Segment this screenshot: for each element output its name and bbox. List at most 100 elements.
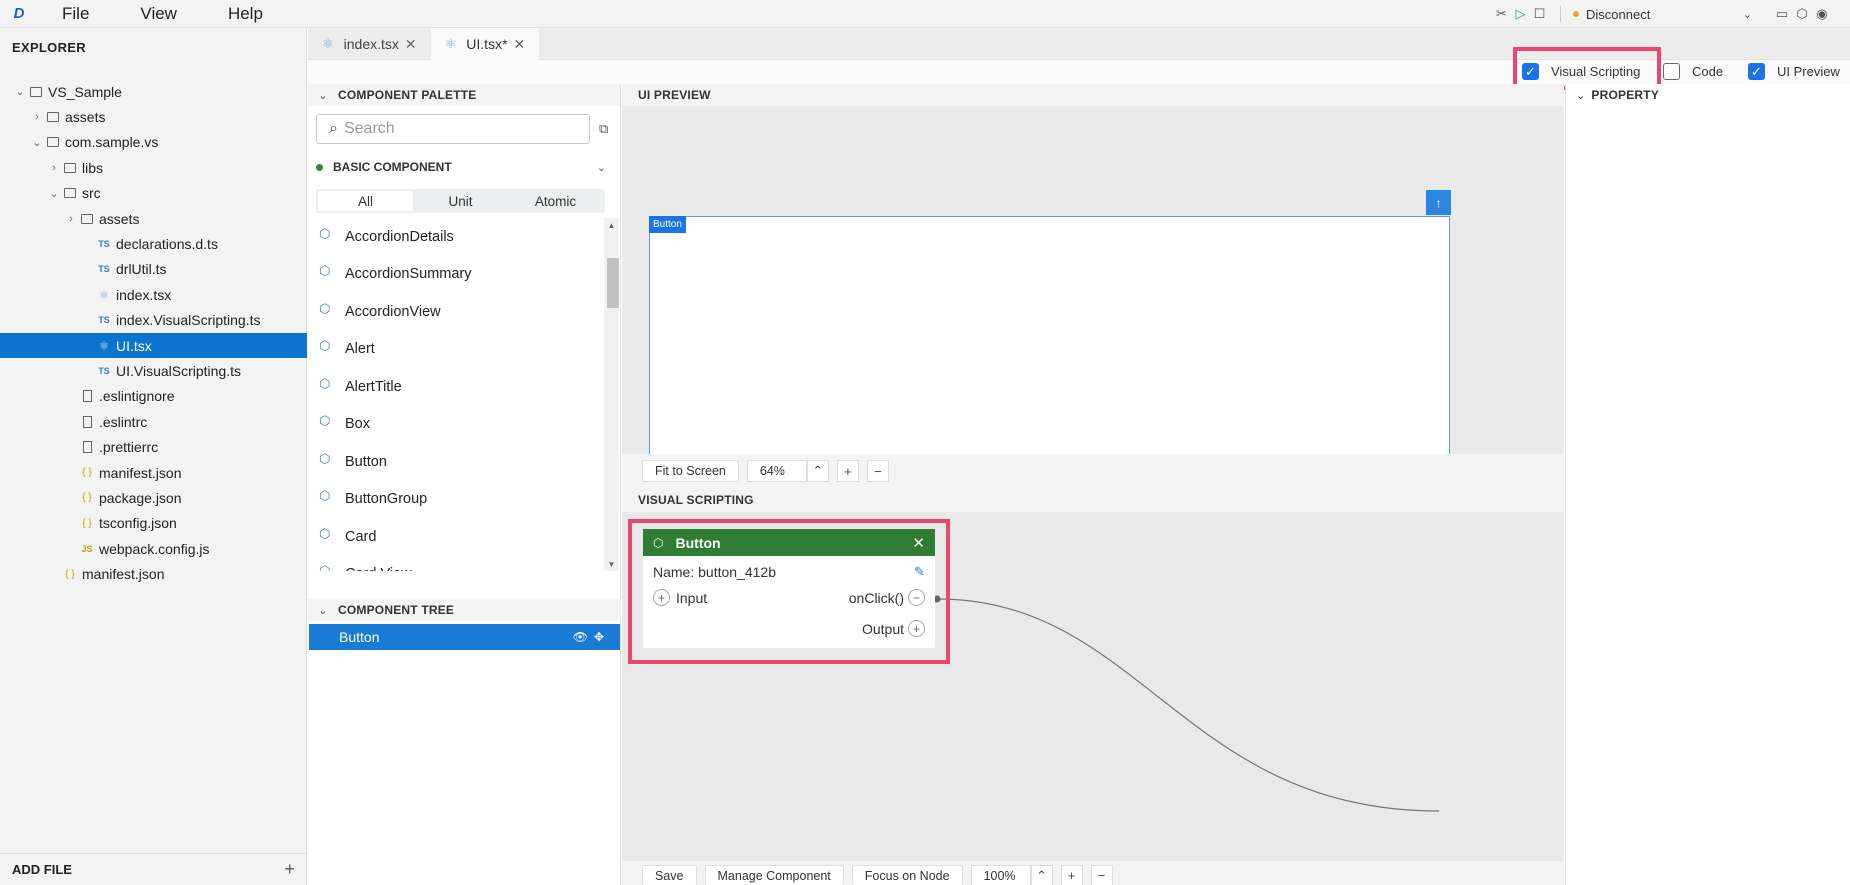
- palette-component-item[interactable]: ⬡ AccordionDetails: [308, 218, 604, 256]
- preview-component-tag[interactable]: Button: [649, 216, 686, 233]
- file-icon: [78, 415, 96, 428]
- tools-icon[interactable]: ✂: [1493, 6, 1510, 23]
- component-list-scrollbar[interactable]: ▲ ▼: [604, 218, 619, 571]
- package-icon[interactable]: ⬡: [1792, 4, 1812, 24]
- palette-component-item[interactable]: ⬡ Card: [308, 518, 604, 556]
- vs-zoom-value[interactable]: 100%: [970, 865, 1031, 885]
- chevron-right-icon[interactable]: ›: [47, 162, 61, 174]
- palette-component-item[interactable]: ⬡ Button: [308, 443, 604, 481]
- file-tree-item-label: assets: [65, 109, 106, 126]
- palette-component-item[interactable]: ⬡ AccordionView: [308, 293, 604, 331]
- file-tree-item[interactable]: ⚛ index.tsx: [0, 282, 307, 307]
- fit-to-screen-button[interactable]: Fit to Screen: [642, 460, 739, 482]
- file-tree-item[interactable]: ⌄ src: [0, 181, 307, 206]
- toggle-ui-preview[interactable]: ✓ UI Preview: [1748, 63, 1840, 80]
- palette-component-item[interactable]: ⬡ Card View: [308, 556, 604, 571]
- account-icon[interactable]: ◉: [1812, 4, 1832, 24]
- property-header[interactable]: ⌄ PROPERTY: [1566, 84, 1850, 106]
- toggle-code[interactable]: Code: [1663, 63, 1723, 80]
- menu-view[interactable]: View: [116, 4, 204, 24]
- palette-component-item[interactable]: ⬡ AlertTitle: [308, 368, 604, 406]
- file-tree-item[interactable]: TS UI.VisualScripting.ts: [0, 358, 307, 383]
- ui-preview-header: UI PREVIEW: [622, 84, 1564, 106]
- basic-component-group[interactable]: BASIC COMPONENT ⌄: [316, 160, 606, 174]
- scroll-up-icon[interactable]: ▲: [604, 218, 619, 232]
- preview-canvas[interactable]: [649, 216, 1450, 455]
- file-tree-item[interactable]: { } manifest.json: [0, 460, 307, 485]
- file-tree-item-label: .eslintrc: [99, 413, 148, 430]
- preview-zoom-value[interactable]: 64%: [746, 460, 807, 482]
- menu-help[interactable]: Help: [204, 4, 290, 24]
- filter-unit[interactable]: Unit: [413, 191, 508, 211]
- file-tree-item[interactable]: .eslintrc: [0, 409, 307, 434]
- scrollbar-thumb[interactable]: [607, 258, 619, 308]
- focus-on-node-button[interactable]: Focus on Node: [851, 865, 963, 885]
- file-tree-item[interactable]: { } package.json: [0, 485, 307, 510]
- file-tree-item[interactable]: JS webpack.config.js: [0, 536, 307, 561]
- file-tree-item[interactable]: .prettierrc: [0, 434, 307, 459]
- palette-component-item[interactable]: ⬡ ButtonGroup: [308, 481, 604, 519]
- file-tree-item[interactable]: ⚛ UI.tsx: [0, 332, 307, 359]
- chevron-right-icon[interactable]: ›: [64, 213, 78, 225]
- search-input[interactable]: ⌕ Search: [316, 114, 590, 144]
- chevron-right-icon[interactable]: ›: [30, 111, 44, 123]
- filter-all[interactable]: All: [318, 191, 413, 211]
- filter-atomic[interactable]: Atomic: [508, 191, 603, 211]
- plus-icon[interactable]: +: [284, 859, 295, 880]
- play-icon[interactable]: ▷: [1512, 6, 1529, 23]
- zoom-out-icon[interactable]: −: [866, 460, 889, 482]
- checkbox-checked-icon[interactable]: ✓: [1522, 63, 1539, 80]
- connection-select[interactable]: Disconnect ⌄: [1586, 7, 1772, 22]
- menu-file[interactable]: File: [38, 4, 116, 24]
- file-tree-item[interactable]: › assets: [0, 104, 307, 129]
- file-tree-item[interactable]: › libs: [0, 155, 307, 180]
- file-tree-item[interactable]: › assets: [0, 206, 307, 231]
- chevron-up-icon[interactable]: ⌃: [1030, 865, 1053, 885]
- checkbox-unchecked-icon[interactable]: [1663, 63, 1680, 80]
- palette-component-label: Box: [345, 416, 370, 433]
- close-icon[interactable]: ✕: [405, 36, 417, 53]
- chevron-down-icon[interactable]: ⌄: [13, 85, 27, 98]
- component-icon: ⬡: [319, 563, 331, 571]
- save-button[interactable]: Save: [642, 865, 697, 885]
- palette-component-item[interactable]: ⬡ AccordionSummary: [308, 256, 604, 294]
- scroll-down-icon[interactable]: ▼: [604, 557, 619, 571]
- file-tree-item[interactable]: TS declarations.d.ts: [0, 231, 307, 256]
- file-tree-item[interactable]: { } manifest.json: [0, 561, 307, 586]
- palette-component-item[interactable]: ⬡ Box: [308, 406, 604, 444]
- move-icon[interactable]: ✥: [594, 630, 610, 644]
- stop-icon[interactable]: ☐: [1531, 6, 1548, 23]
- file-tree-item[interactable]: ⌄ com.sample.vs: [0, 130, 307, 155]
- file-tree-item[interactable]: TS index.VisualScripting.ts: [0, 308, 307, 333]
- file-tree-item[interactable]: .eslintignore: [0, 384, 307, 409]
- tab-index-tsx[interactable]: ⚛ index.tsx ✕: [308, 28, 431, 60]
- chevron-up-icon[interactable]: ⌃: [806, 460, 829, 482]
- file-tree-item-label: tsconfig.json: [99, 515, 177, 532]
- react-icon: ⚛: [444, 36, 457, 51]
- close-icon[interactable]: ✕: [514, 36, 526, 53]
- checkbox-checked-icon[interactable]: ✓: [1748, 63, 1765, 80]
- component-tree-header[interactable]: ⌄ COMPONENT TREE: [308, 599, 621, 621]
- file-tree-item[interactable]: { } tsconfig.json: [0, 511, 307, 536]
- device-icon[interactable]: ▭: [1772, 4, 1792, 24]
- javascript-file-icon: JS: [81, 543, 93, 554]
- component-palette-header[interactable]: ⌄ COMPONENT PALETTE: [308, 84, 620, 106]
- toggle-visual-scripting[interactable]: ✓ Visual Scripting: [1522, 63, 1640, 80]
- zoom-out-icon[interactable]: −: [1090, 865, 1113, 885]
- zoom-in-icon[interactable]: +: [836, 460, 859, 482]
- file-tree-item[interactable]: ⌄ VS_Sample: [0, 79, 307, 104]
- chevron-down-icon[interactable]: ⌄: [30, 136, 44, 149]
- file-tree-item[interactable]: TS drlUtil.ts: [0, 257, 307, 282]
- external-link-icon[interactable]: ⧉: [599, 121, 608, 137]
- manage-component-button[interactable]: Manage Component: [704, 865, 844, 885]
- component-tree-item-button[interactable]: Button 👁✥: [309, 624, 620, 650]
- eye-icon[interactable]: 👁: [573, 630, 594, 644]
- palette-component-item[interactable]: ⬡ Alert: [308, 331, 604, 369]
- chevron-down-icon[interactable]: ⌄: [47, 187, 61, 200]
- arrow-up-icon[interactable]: ↑: [1426, 190, 1451, 215]
- toggle-label: Visual Scripting: [1551, 64, 1641, 79]
- group-status-dot: [316, 163, 323, 171]
- zoom-in-icon[interactable]: +: [1060, 865, 1083, 885]
- tree-item-actions: 👁✥: [573, 630, 610, 644]
- tab-ui-tsx[interactable]: ⚛ UI.tsx* ✕: [430, 28, 540, 60]
